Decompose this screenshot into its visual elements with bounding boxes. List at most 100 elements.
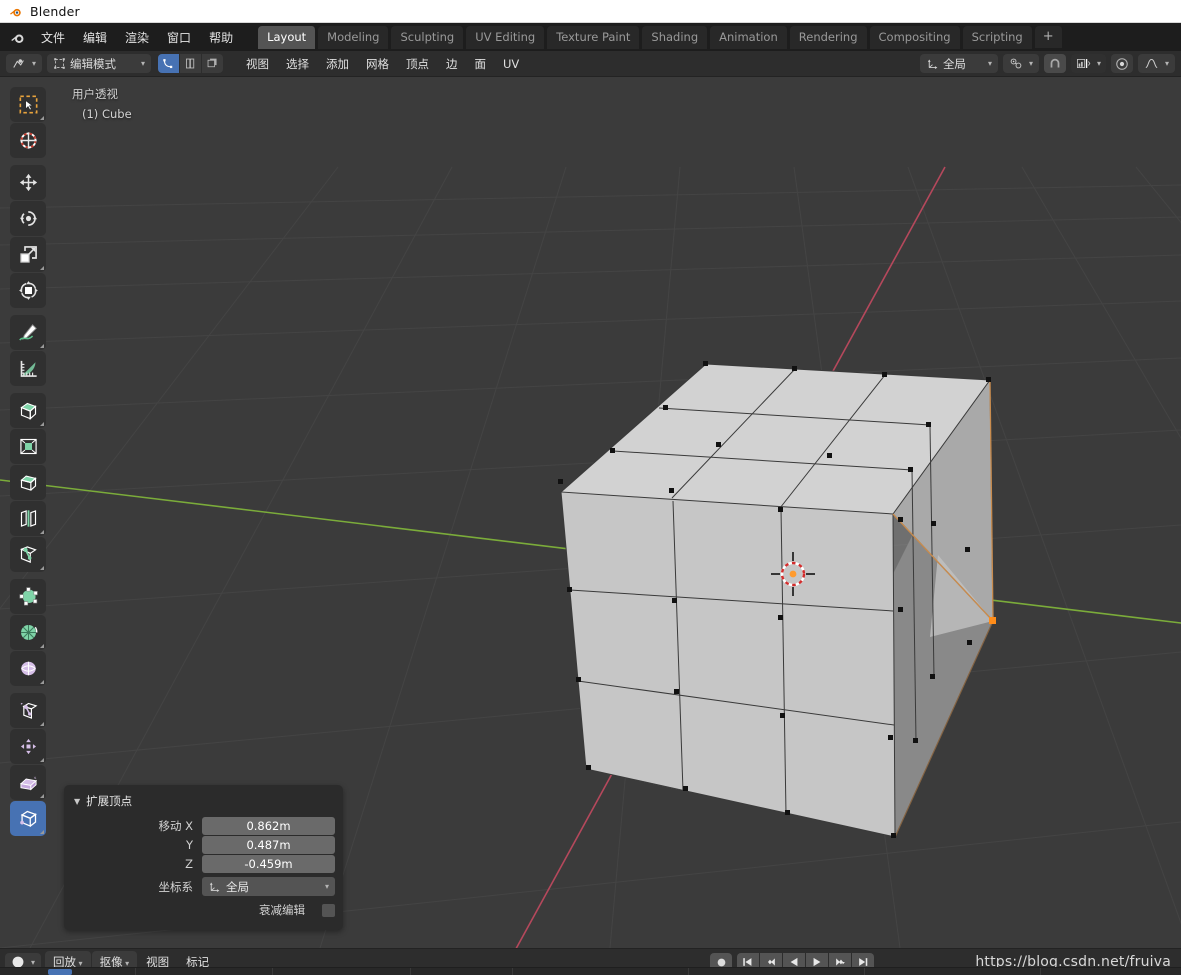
interaction-mode-selector[interactable]: 编辑模式 ▾ [47,54,152,73]
3d-viewport[interactable]: 用户透视 (1) Cube ▼ 扩展顶点 移动 X 0.862m Y 0.487m Z -… [0,77,1181,948]
bevel-icon [19,475,37,491]
orientation-icon [209,882,220,892]
tool-expand-corner[interactable] [40,758,44,762]
inset-faces-tool[interactable] [10,429,46,464]
viewport-menu-5[interactable]: 边 [438,53,466,75]
snap-target-selector[interactable]: ▾ [1070,54,1106,73]
face-select-mode-button[interactable] [202,54,224,73]
transform-tool[interactable] [10,273,46,308]
extrude-region-tool[interactable] [10,393,46,428]
top-menu-1[interactable]: 编辑 [74,26,116,49]
top-menu-3[interactable]: 窗口 [158,26,200,49]
tweak-select-box-tool[interactable] [10,87,46,122]
bevel-tool[interactable] [10,465,46,500]
operator-field-value[interactable]: 0.487m [202,836,335,854]
orientation-label: 坐标系 [158,879,194,894]
knife-icon [19,546,37,563]
proportional-editing-toggle[interactable] [1110,54,1133,73]
move-icon [19,173,37,192]
rip-region-tool[interactable] [10,801,46,836]
viewport-menu-7[interactable]: UV [495,54,527,74]
editor-type-selector[interactable]: ▾ [6,54,43,73]
operator-panel-header[interactable]: ▼ 扩展顶点 [72,791,335,817]
extrude-region-icon [19,402,37,420]
tool-expand-corner[interactable] [40,530,44,534]
scale-icon [19,246,37,263]
workspace-tab-sculpting[interactable]: Sculpting [391,25,465,49]
shrink-fatten-tool[interactable] [10,729,46,764]
cursor-tool[interactable] [10,123,46,158]
viewport-header-right-tools: 全局 ▾ ▾ ▾ ▾ [919,54,1175,73]
shear-tool[interactable] [10,765,46,800]
triangle-down-icon[interactable]: ▼ [74,797,80,806]
spin-icon [20,625,37,640]
viewport-menu-6[interactable]: 面 [467,53,495,75]
operator-field-value[interactable]: -0.459m [202,855,335,873]
scale-tool[interactable] [10,237,46,272]
annotate-tool[interactable] [10,315,46,350]
tool-expand-corner[interactable] [40,266,44,270]
operator-redo-panel[interactable]: ▼ 扩展顶点 移动 X 0.862m Y 0.487m Z -0.459m 坐标系 全局 … [64,785,343,930]
falloff-type-selector[interactable]: ▾ [1137,54,1175,73]
workspace-tab-animation[interactable]: Animation [710,25,788,49]
tool-expand-corner[interactable] [40,422,44,426]
transform-orientation-selector[interactable]: 全局 ▾ [919,54,998,73]
workspace-tab-texture-paint[interactable]: Texture Paint [547,25,641,49]
tool-expand-corner[interactable] [40,794,44,798]
tool-expand-corner[interactable] [40,722,44,726]
editor-type-icon [13,58,24,68]
tool-expand-corner[interactable] [40,644,44,648]
workspace-tab-rendering[interactable]: Rendering [789,25,868,49]
vertex-select-icon [163,59,173,69]
tool-expand-corner[interactable] [40,344,44,348]
workspace-tab-modeling[interactable]: Modeling [318,25,390,49]
workspace-tab-uv-editing[interactable]: UV Editing [466,25,546,49]
operator-field-label: 移动 X [158,819,193,833]
snap-increment-icon [1010,58,1022,69]
measure-tool[interactable] [10,351,46,386]
snapping-selector[interactable]: ▾ [1002,54,1039,73]
workspace-tab-layout[interactable]: Layout [258,25,317,49]
rotate-tool[interactable] [10,201,46,236]
add-workspace-button[interactable]: + [1034,26,1063,48]
timeline-playhead[interactable] [48,969,72,975]
top-menu-2[interactable]: 渲染 [116,26,158,49]
smooth-tool[interactable] [10,651,46,686]
top-menu-0[interactable]: 文件 [32,26,74,49]
edge-select-mode-button[interactable] [180,54,202,73]
window-title: Blender [30,3,80,19]
vertex-select-mode-button[interactable] [158,54,180,73]
move-tool[interactable] [10,165,46,200]
face-select-icon [207,58,217,68]
viewport-menu-2[interactable]: 添加 [318,53,357,75]
viewport-menu-4[interactable]: 顶点 [398,53,437,75]
operator-field-row: Y 0.487m [72,836,335,854]
knife-tool[interactable] [10,537,46,572]
snap-magnet-toggle[interactable] [1043,54,1066,73]
timeline-track-strip[interactable] [0,967,1181,975]
loop-cut-tool[interactable] [10,501,46,536]
workspace-tab-compositing[interactable]: Compositing [869,25,961,49]
viewport-menu-3[interactable]: 网格 [358,53,397,75]
workspace-tab-shading[interactable]: Shading [642,25,709,49]
spin-tool[interactable] [10,615,46,650]
tool-expand-corner[interactable] [40,566,44,570]
workspace-tab-scripting[interactable]: Scripting [962,25,1033,49]
shrink-fatten-icon [20,738,36,755]
poly-build-icon [19,587,38,606]
proportional-edit-checkbox[interactable] [322,903,335,917]
viewport-menu-0[interactable]: 视图 [238,53,277,75]
orientation-row: 坐标系 全局 ▾ [72,876,335,897]
blender-logo-icon[interactable] [6,26,28,48]
top-menu-4[interactable]: 帮助 [200,26,242,49]
edge-slide-tool[interactable] [10,693,46,728]
tool-expand-corner[interactable] [40,830,44,834]
tool-expand-corner[interactable] [40,116,44,120]
poly-build-tool[interactable] [10,579,46,614]
tool-expand-corner[interactable] [40,680,44,684]
operator-field-value[interactable]: 0.862m [202,817,335,835]
orientation-dropdown[interactable]: 全局 ▾ [202,877,335,896]
edit-mode-icon [54,58,65,69]
shear-icon [19,776,37,791]
viewport-menu-1[interactable]: 选择 [278,53,317,75]
